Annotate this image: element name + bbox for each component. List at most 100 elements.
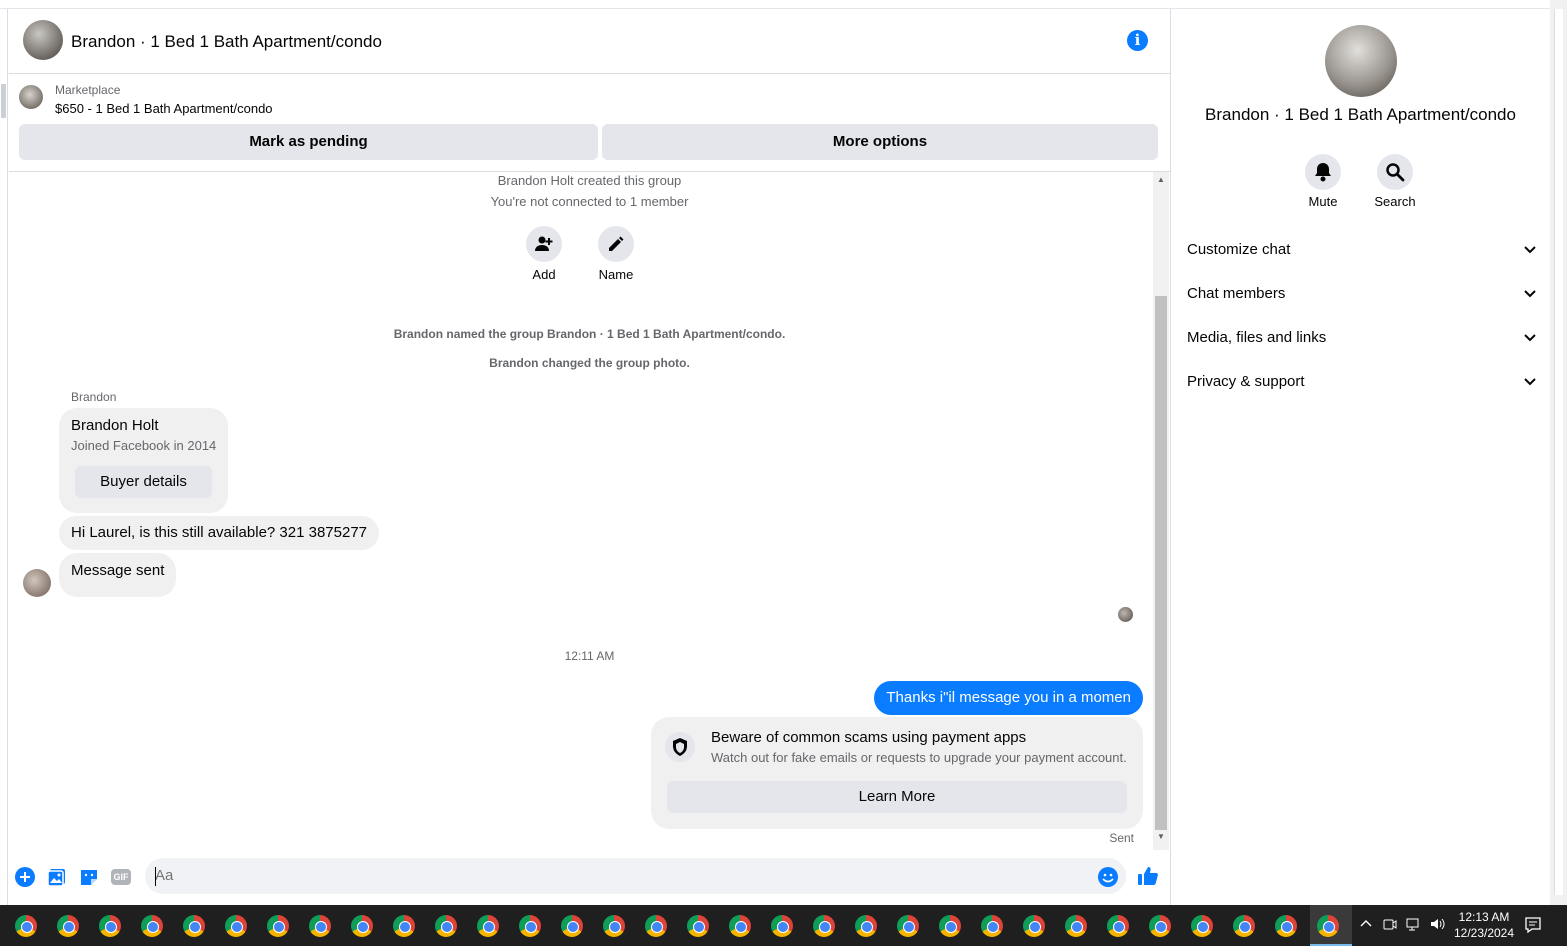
chrome-taskbar-icon[interactable] — [435, 915, 457, 937]
chrome-taskbar-icon[interactable] — [477, 915, 499, 937]
timestamp: 12:11 AM — [564, 649, 615, 663]
section-label: Privacy & support — [1187, 373, 1305, 390]
chat-members-section[interactable]: Chat members — [1187, 279, 1537, 309]
search-icon — [1386, 163, 1405, 182]
mark-as-pending-button[interactable]: Mark as pending — [19, 124, 598, 160]
sender-name: Brandon — [71, 390, 117, 404]
sticker-icon[interactable] — [79, 867, 99, 887]
browser-top-strip — [0, 0, 1567, 9]
scam-warning-title: Beware of common scams using payment app… — [711, 729, 1027, 746]
like-icon[interactable] — [1137, 865, 1159, 887]
page-scroll-thumb[interactable] — [1554, 9, 1563, 895]
chrome-taskbar-icon[interactable] — [813, 915, 835, 937]
incoming-message[interactable]: Hi Laurel, is this still available? 321 … — [59, 516, 380, 550]
buyer-name[interactable]: Brandon Holt — [71, 417, 159, 434]
add-person-icon — [535, 236, 553, 251]
chrome-taskbar-icon[interactable] — [225, 915, 247, 937]
chat-scroll-thumb[interactable] — [1155, 296, 1167, 830]
section-label: Media, files and links — [1187, 329, 1327, 346]
chrome-taskbar-icon[interactable] — [183, 915, 205, 937]
name-label: Name — [598, 267, 634, 282]
chrome-taskbar-icon[interactable] — [939, 915, 961, 937]
chrome-taskbar-icon[interactable] — [309, 915, 331, 937]
system-clock[interactable]: 12:13 AM 12/23/2024 — [1444, 909, 1524, 941]
scroll-up-arrow[interactable]: ▲ — [1156, 175, 1166, 185]
chrome-taskbar-icon[interactable] — [981, 915, 1003, 937]
chrome-taskbar-icon[interactable] — [1023, 915, 1045, 937]
buyer-details-button[interactable]: Buyer details — [75, 466, 212, 498]
incoming-message[interactable]: Message sent — [59, 553, 177, 597]
chrome-taskbar-icon[interactable] — [687, 915, 709, 937]
gif-icon[interactable]: GIF — [111, 869, 131, 885]
chrome-taskbar-icon[interactable] — [57, 915, 79, 937]
listing-thumbnail[interactable] — [19, 85, 43, 109]
chrome-taskbar-icon[interactable] — [855, 915, 877, 937]
emoji-icon[interactable] — [1098, 867, 1118, 887]
name-group-button[interactable] — [598, 226, 634, 262]
chrome-taskbar-icon[interactable] — [393, 915, 415, 937]
chrome-taskbar-icon[interactable] — [99, 915, 121, 937]
privacy-support-section[interactable]: Privacy & support — [1187, 367, 1537, 397]
chat-title[interactable]: Brandon · 1 Bed 1 Bath Apartment/condo — [71, 32, 382, 52]
chrome-taskbar-icon[interactable] — [1191, 915, 1213, 937]
buyer-joined: Joined Facebook in 2014 — [71, 438, 217, 453]
group-photo-notice: Brandon changed the group photo. — [489, 356, 690, 370]
group-created-notice: Brandon Holt created this group — [497, 173, 682, 188]
not-connected-notice: You're not connected to 1 member — [490, 194, 689, 209]
bell-icon — [1315, 163, 1331, 182]
message-thread: Brandon Holt created this group You're n… — [9, 172, 1170, 850]
scroll-down-arrow[interactable]: ▼ — [1156, 832, 1166, 842]
network-icon[interactable] — [1406, 917, 1422, 934]
chevron-down-icon — [1524, 378, 1536, 386]
scam-warning-text: Watch out for fake emails or requests to… — [711, 750, 1127, 765]
left-edge-handle[interactable] — [1, 84, 6, 118]
mute-button[interactable] — [1305, 154, 1341, 190]
section-label: Chat members — [1187, 285, 1286, 302]
pencil-icon — [609, 236, 624, 251]
chrome-taskbar-icon[interactable] — [1107, 915, 1129, 937]
chrome-taskbar-icon[interactable] — [141, 915, 163, 937]
more-options-button[interactable]: More options — [602, 124, 1158, 160]
info-icon[interactable]: i — [1127, 30, 1148, 51]
listing-title[interactable]: $650 - 1 Bed 1 Bath Apartment/condo — [55, 101, 273, 116]
chevron-up-icon[interactable] — [1360, 917, 1372, 933]
mute-label: Mute — [1308, 194, 1338, 209]
chrome-taskbar-icon[interactable] — [1233, 915, 1255, 937]
search-button[interactable] — [1377, 154, 1413, 190]
chrome-taskbar-icon[interactable] — [519, 915, 541, 937]
chrome-taskbar-icon[interactable] — [1149, 915, 1171, 937]
outgoing-message[interactable]: Thanks i"il message you in a momen — [874, 681, 1143, 715]
chrome-taskbar-icon[interactable] — [645, 915, 667, 937]
add-member-button[interactable] — [526, 226, 562, 262]
chrome-taskbar-icon[interactable] — [729, 915, 751, 937]
chrome-taskbar-icon[interactable] — [267, 915, 289, 937]
group-avatar[interactable] — [23, 20, 63, 60]
add-label: Add — [532, 267, 556, 282]
page-scrollbar[interactable] — [1550, 0, 1567, 905]
chrome-taskbar-icon[interactable] — [603, 915, 625, 937]
sender-avatar[interactable] — [23, 569, 51, 597]
plus-icon[interactable] — [15, 867, 35, 887]
meet-icon[interactable] — [1383, 917, 1397, 934]
learn-more-button[interactable]: Learn More — [667, 781, 1127, 813]
sent-status: Sent — [1109, 831, 1134, 845]
chat-scrollbar[interactable]: ▲ ▼ — [1153, 172, 1169, 850]
chrome-taskbar-icon[interactable] — [351, 915, 373, 937]
chrome-taskbar-icon[interactable] — [771, 915, 793, 937]
notifications-icon[interactable] — [1524, 916, 1544, 934]
chrome-taskbar-icon[interactable] — [561, 915, 583, 937]
marketplace-banner: Marketplace $650 - 1 Bed 1 Bath Apartmen… — [9, 74, 1170, 172]
chrome-taskbar-icon[interactable] — [897, 915, 919, 937]
chrome-taskbar-icon[interactable] — [1065, 915, 1087, 937]
media-files-links-section[interactable]: Media, files and links — [1187, 323, 1537, 353]
panel-group-avatar[interactable] — [1325, 25, 1397, 97]
message-input[interactable] — [145, 858, 1126, 894]
chrome-taskbar-icon[interactable] — [1275, 915, 1297, 937]
photo-icon[interactable] — [47, 867, 67, 887]
chrome-taskbar-icon[interactable] — [15, 915, 37, 937]
windows-taskbar: 12:13 AM 12/23/2024 — [0, 905, 1567, 946]
conversation-info-panel: Brandon · 1 Bed 1 Bath Apartment/condo M… — [1171, 9, 1550, 905]
customize-chat-section[interactable]: Customize chat — [1187, 235, 1537, 265]
chrome-taskbar-icon[interactable] — [1317, 915, 1339, 937]
chat-header: Brandon · 1 Bed 1 Bath Apartment/condo i — [9, 9, 1170, 74]
